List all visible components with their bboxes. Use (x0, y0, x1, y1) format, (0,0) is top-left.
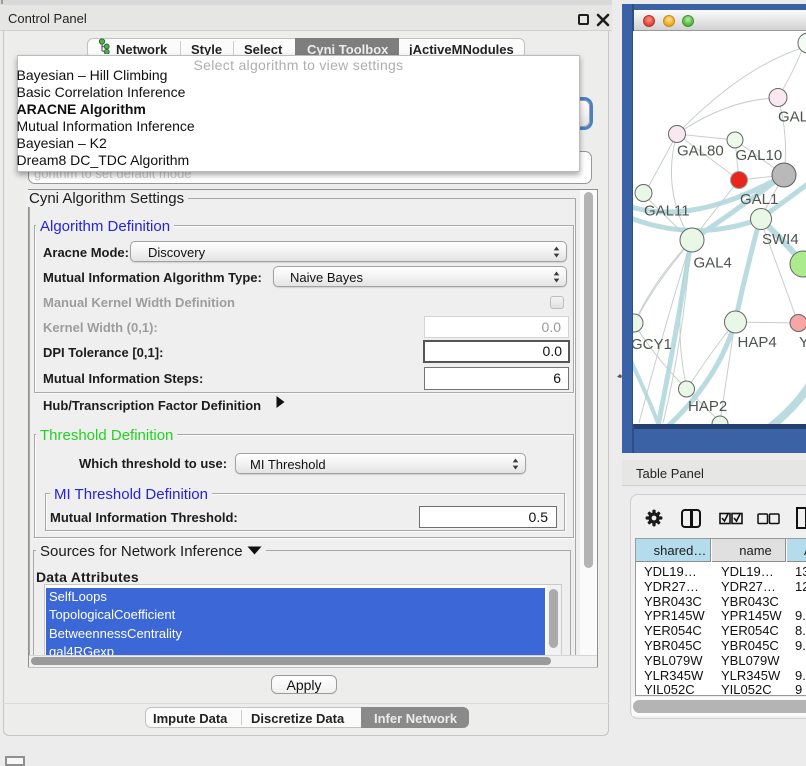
svg-text:HAP2: HAP2 (688, 398, 727, 415)
svg-text:GAL1: GAL1 (740, 191, 778, 208)
svg-text:SWI4: SWI4 (762, 231, 799, 248)
svg-text:GAL10: GAL10 (736, 147, 783, 164)
svg-text:HAP4: HAP4 (738, 334, 777, 351)
svg-text:GCY1: GCY1 (633, 336, 672, 353)
svg-text:GAL11: GAL11 (644, 203, 690, 220)
svg-text:GAL80: GAL80 (677, 143, 724, 160)
svg-text:GAL2: GAL2 (778, 109, 806, 126)
svg-text:Y: Y (799, 334, 806, 351)
svg-text:GAL4: GAL4 (694, 255, 732, 272)
